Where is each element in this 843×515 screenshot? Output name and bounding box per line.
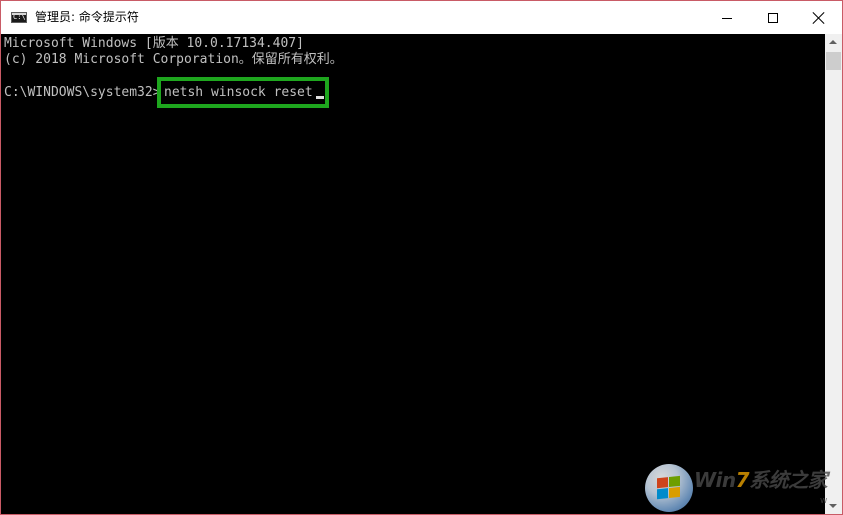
console-output[interactable]: Microsoft Windows [版本 10.0.17134.407] (c… [1, 34, 825, 514]
windows-logo-icon [645, 464, 693, 512]
cmd-window: 管理员: 命令提示符 Microsoft Windows [版本 10.0.17… [0, 0, 843, 515]
close-icon [813, 12, 825, 24]
watermark: Win7系统之家 w [645, 462, 843, 514]
minimize-icon [722, 18, 732, 19]
text-cursor [316, 96, 324, 99]
copyright-line: (c) 2018 Microsoft Corporation。保留所有权利。 [4, 52, 343, 67]
maximize-icon [768, 13, 778, 23]
maximize-button[interactable] [750, 1, 796, 34]
command-input[interactable]: netsh winsock reset [164, 85, 313, 101]
close-button[interactable] [796, 1, 842, 34]
title-bar[interactable]: 管理员: 命令提示符 [1, 1, 842, 34]
command-prompt: C:\WINDOWS\system32> [4, 85, 161, 100]
vertical-scrollbar[interactable] [825, 34, 842, 514]
window-title: 管理员: 命令提示符 [35, 10, 139, 24]
scroll-thumb[interactable] [826, 52, 841, 70]
cmd-icon[interactable] [11, 11, 27, 23]
scroll-up-arrow-icon[interactable] [825, 34, 842, 51]
minimize-button[interactable] [704, 1, 750, 34]
version-line: Microsoft Windows [版本 10.0.17134.407] [4, 36, 304, 51]
watermark-url: w [820, 496, 828, 506]
watermark-text: Win7系统之家 [694, 468, 828, 492]
